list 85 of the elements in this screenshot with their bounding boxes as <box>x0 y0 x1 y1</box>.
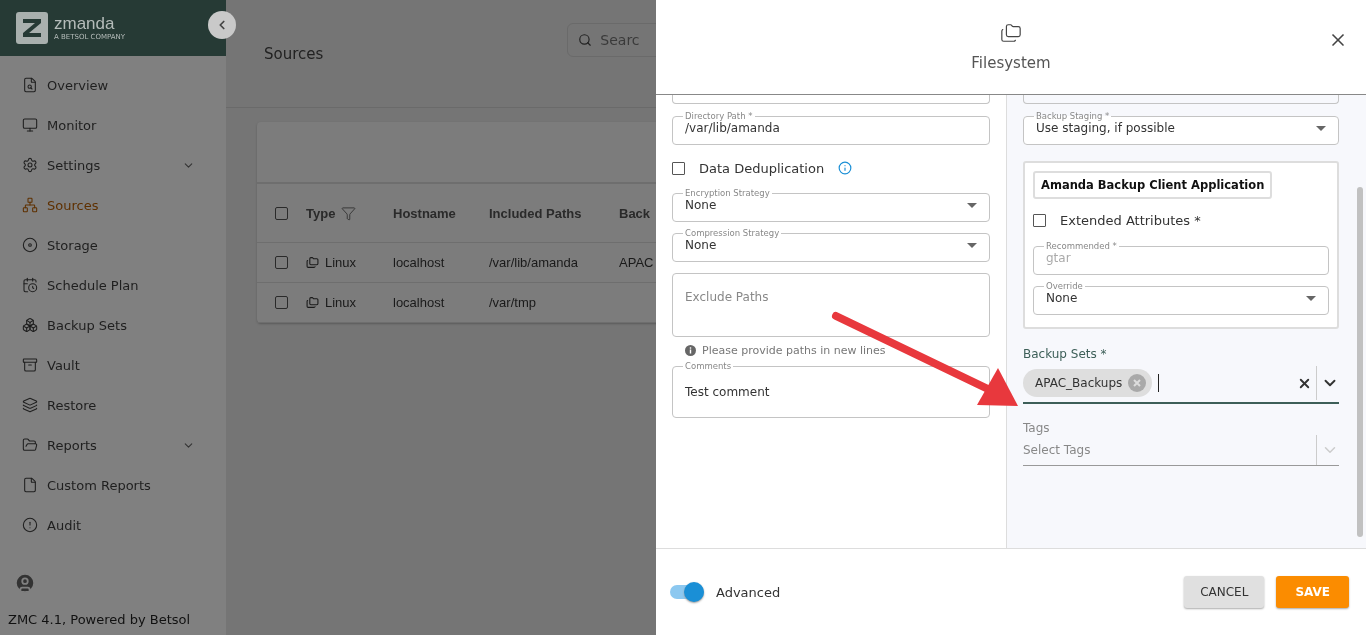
checkbox-label: Data Deduplication <box>699 160 825 176</box>
nav-item[interactable]: Vault <box>0 345 226 385</box>
save-button[interactable]: SAVE <box>1276 576 1349 608</box>
nav-item[interactable]: Storage <box>0 225 226 265</box>
monitor-icon <box>22 117 38 133</box>
nav-item[interactable]: Reports <box>0 425 226 465</box>
caret-down-icon <box>1316 125 1326 131</box>
archive-icon <box>22 357 38 373</box>
folder-icon <box>306 256 319 269</box>
folder-icon <box>22 437 38 453</box>
select-field[interactable]: Backup Staging * Use staging, if possible <box>1023 111 1339 145</box>
logo-name: zmanda <box>54 15 116 33</box>
calendar-clock-icon <box>22 277 38 293</box>
nav-item[interactable]: Settings <box>0 145 226 185</box>
column-header[interactable]: Hostname <box>393 205 489 221</box>
comments-field[interactable]: Comments Test comment <box>672 361 990 418</box>
field-label: Directory Path * <box>684 111 754 121</box>
table-cell-text: APAC <box>619 255 655 270</box>
caret-down-icon <box>1306 295 1316 301</box>
search-icon <box>578 32 593 47</box>
field-label: Override <box>1045 281 1084 291</box>
nav-item[interactable]: Audit <box>0 505 226 545</box>
layers-icon <box>22 397 38 413</box>
folder-icon <box>306 296 319 309</box>
field-label: Recommended * <box>1045 241 1118 251</box>
tags-field[interactable]: Select Tags <box>1023 435 1339 466</box>
field-label: Encryption Strategy <box>684 188 771 198</box>
toggle-label: Advanced <box>716 584 782 600</box>
checkbox[interactable] <box>1033 213 1046 227</box>
table-cell-text: /var/tmp <box>489 295 537 310</box>
field-label: Backup Sets * <box>1023 347 1108 361</box>
table-cell-text: localhost <box>393 255 446 270</box>
table-cell: Linux <box>306 255 393 270</box>
gear-icon <box>22 157 38 173</box>
caret-down-icon <box>967 202 977 208</box>
nav-item[interactable]: Sources <box>0 185 226 225</box>
checkbox[interactable] <box>275 256 288 269</box>
field-label: Comments <box>684 361 733 371</box>
textarea-field[interactable]: Exclude Paths <box>672 273 990 337</box>
scrollbar-thumb[interactable] <box>1357 187 1363 537</box>
select-field[interactable]: Compression Strategy None <box>672 228 990 262</box>
disc-icon <box>22 237 38 253</box>
checkbox[interactable] <box>275 296 288 309</box>
document-search-icon <box>22 77 38 93</box>
filter-icon[interactable] <box>341 205 357 221</box>
checkbox[interactable] <box>672 161 685 175</box>
file-icon <box>22 477 38 493</box>
group-title: Amanda Backup Client Application <box>1033 171 1273 199</box>
cancel-button[interactable]: CANCEL <box>1184 576 1265 608</box>
select-field[interactable]: Override None <box>1033 281 1329 315</box>
table-cell-text: /var/lib/amanda <box>489 255 579 270</box>
hint-text: Please provide paths in new lines <box>702 344 886 357</box>
nav-item[interactable]: Monitor <box>0 105 226 145</box>
field-label: Compression Strategy <box>684 228 781 238</box>
logo-icon <box>16 12 48 44</box>
column-header[interactable]: Included Paths <box>489 205 619 221</box>
field-label: Tags <box>1023 421 1051 435</box>
text-field[interactable]: Directory Path * /var/lib/amanda <box>672 111 990 145</box>
boxes-icon <box>22 317 38 333</box>
table-cell: Linux <box>306 295 393 310</box>
checkbox-label: Extended Attributes * <box>1060 212 1201 228</box>
column-header[interactable]: Type <box>306 205 393 221</box>
checkbox[interactable] <box>275 206 288 220</box>
page-title: Sources <box>264 44 324 63</box>
info-icon[interactable] <box>838 161 853 175</box>
drawer-title: Filesystem <box>971 54 1051 72</box>
nav-item[interactable]: Custom Reports <box>0 465 226 505</box>
backup-sets-field[interactable]: APAC_Backups <box>1023 364 1339 404</box>
caret-down-icon <box>967 242 977 248</box>
info-icon <box>685 345 696 356</box>
user-avatar-icon[interactable] <box>14 572 36 594</box>
network-icon <box>22 197 38 213</box>
field-label: Backup Staging * <box>1035 111 1111 121</box>
select-field[interactable]: Encryption Strategy None <box>672 188 990 222</box>
nav-item[interactable]: Backup Sets <box>0 305 226 345</box>
footer-text: ZMC 4.1, Powered by Betsol <box>7 611 192 629</box>
tag-chip[interactable]: APAC_Backups <box>1023 369 1153 397</box>
table-cell-text: localhost <box>393 295 446 310</box>
folder-icon <box>1000 22 1022 44</box>
nav-item[interactable]: Restore <box>0 385 226 425</box>
alert-icon <box>22 517 38 533</box>
advanced-toggle[interactable] <box>670 585 704 599</box>
column-header[interactable]: Back <box>619 205 656 221</box>
nav-item[interactable]: Schedule Plan <box>0 265 226 305</box>
nav-item[interactable]: Overview <box>0 65 226 105</box>
